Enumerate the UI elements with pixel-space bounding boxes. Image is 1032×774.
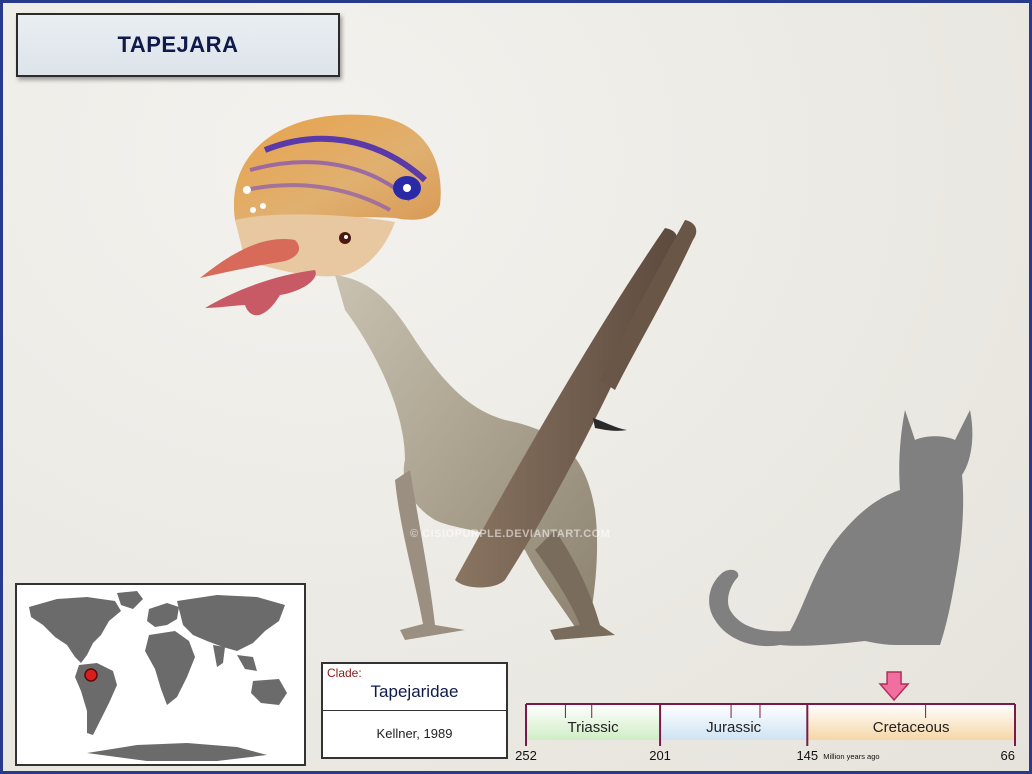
- clade-label: Clade:: [327, 666, 362, 680]
- clade-author: Kellner, 1989: [376, 726, 453, 741]
- world-map-graphic: [29, 591, 287, 761]
- watermark-text: © CISIOPURPLE.DEVIANTART.COM: [410, 528, 611, 540]
- geologic-timeline: Triassic Jurassic Cretaceous 252 201 145 66 Mil…: [515, 671, 1016, 763]
- timeline-unit-label: Million years ago: [823, 752, 879, 761]
- clade-divider: [323, 710, 506, 711]
- down-arrow-icon: [878, 671, 910, 702]
- location-dot-icon: [84, 668, 98, 682]
- page-title: TAPEJARA: [117, 32, 239, 57]
- tapejara-illustration: [200, 114, 697, 640]
- title-box: TAPEJARA: [16, 13, 340, 77]
- cat-silhouette: [709, 410, 973, 647]
- world-map: [15, 583, 306, 766]
- timeline-tick-label: 201: [649, 748, 671, 763]
- timeline-tick-label: 66: [1001, 748, 1015, 763]
- timeline-tick-label: 145: [796, 748, 818, 763]
- period-label-cretaceous: Cretaceous: [873, 719, 950, 736]
- period-label-triassic: Triassic: [567, 719, 619, 736]
- clade-box: Clade: Tapejaridae Kellner, 1989: [321, 662, 508, 759]
- period-label-jurassic: Jurassic: [706, 719, 762, 736]
- clade-name: Tapejaridae: [370, 682, 459, 701]
- timeline-tick-label: 252: [515, 748, 537, 763]
